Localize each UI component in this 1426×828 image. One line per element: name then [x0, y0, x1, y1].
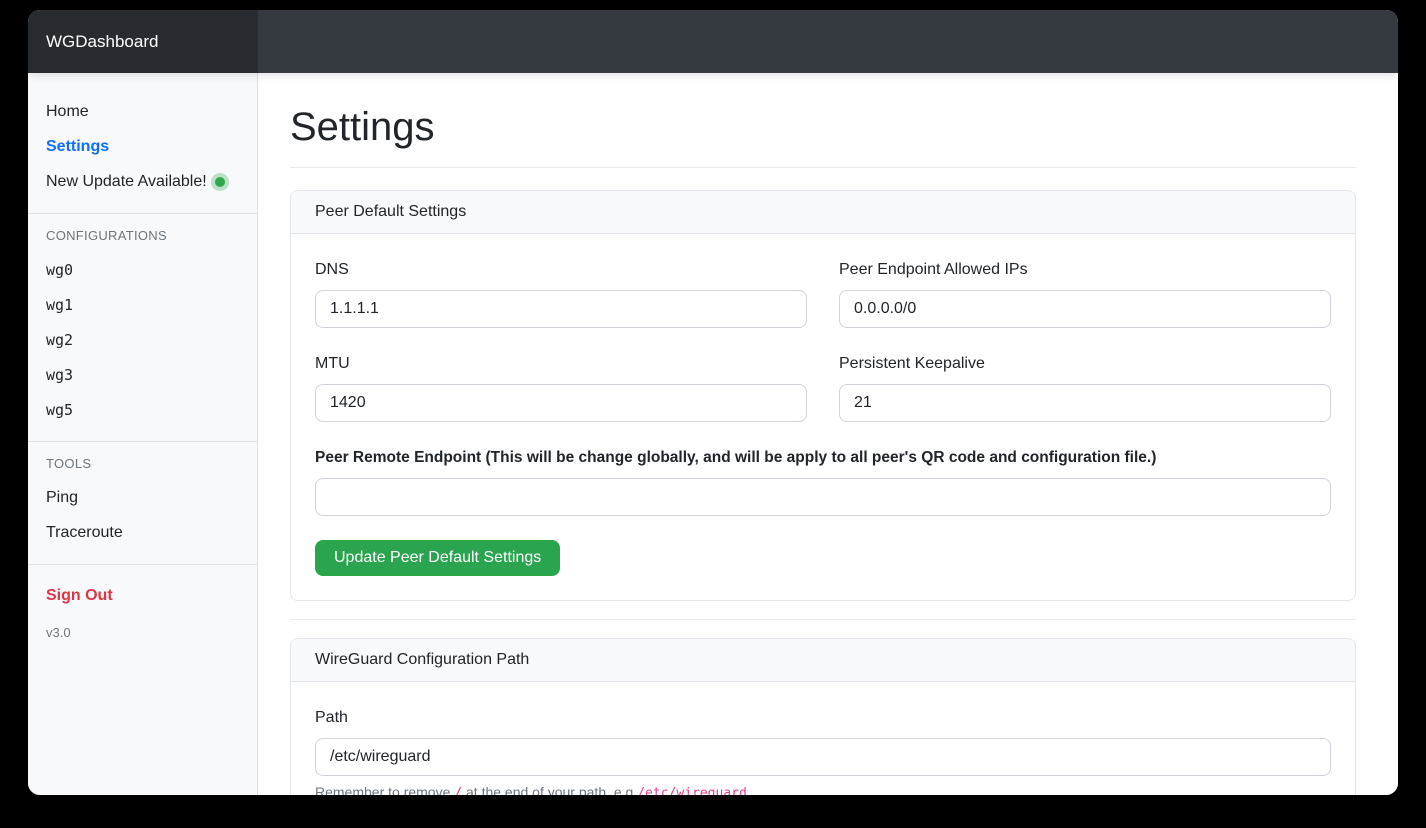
sidebar-item-home-label: Home: [46, 103, 89, 121]
remote-endpoint-input[interactable]: [315, 478, 1331, 516]
sign-out-link[interactable]: Sign Out: [46, 579, 239, 613]
path-helper-text: Remember to remove / at the end of your …: [315, 784, 1331, 795]
sidebar: Home Settings New Update Available! CONF…: [28, 73, 258, 795]
sidebar-item-settings-label: Settings: [46, 138, 109, 156]
wireguard-path-header: WireGuard Configuration Path: [291, 639, 1355, 682]
keepalive-input[interactable]: [839, 384, 1331, 422]
app-window: WGDashboard Home Settings New Update Ava…: [28, 10, 1398, 795]
mtu-field-group: MTU: [315, 352, 807, 422]
cards-divider: [290, 619, 1356, 620]
app-version: v3.0: [46, 625, 239, 640]
path-input[interactable]: [315, 738, 1331, 776]
path-field-group: Path Remember to remove / at the end of …: [315, 706, 1331, 795]
sidebar-divider: [28, 441, 257, 442]
allowed-ips-input[interactable]: [839, 290, 1331, 328]
path-helper-code-example: /etc/wireguard: [637, 786, 747, 795]
brand-area: WGDashboard: [28, 10, 258, 73]
dns-field-group: DNS: [315, 258, 807, 328]
title-divider: [290, 167, 1356, 168]
remote-endpoint-field-group: Peer Remote Endpoint (This will be chang…: [315, 446, 1331, 516]
peer-default-settings-header: Peer Default Settings: [291, 191, 1355, 234]
allowed-ips-field-group: Peer Endpoint Allowed IPs: [839, 258, 1331, 328]
sidebar-item-wg3[interactable]: wg3: [46, 358, 239, 392]
keepalive-label: Persistent Keepalive: [839, 352, 1331, 376]
sidebar-item-settings[interactable]: Settings: [46, 130, 239, 164]
remote-endpoint-label: Peer Remote Endpoint (This will be chang…: [315, 446, 1331, 470]
path-helper-code-slash: /: [454, 786, 462, 795]
update-peer-defaults-button[interactable]: Update Peer Default Settings: [315, 540, 560, 576]
sidebar-item-wg1[interactable]: wg1: [46, 288, 239, 322]
allowed-ips-label: Peer Endpoint Allowed IPs: [839, 258, 1331, 282]
top-navbar: WGDashboard: [28, 10, 1398, 73]
path-helper-part2: at the end of your path. e.g: [462, 784, 637, 795]
update-available-dot-icon: [215, 177, 225, 187]
wireguard-path-card: WireGuard Configuration Path Path Rememb…: [290, 638, 1356, 795]
configurations-section-title: CONFIGURATIONS: [46, 228, 239, 243]
mtu-label: MTU: [315, 352, 807, 376]
sidebar-item-wg2[interactable]: wg2: [46, 323, 239, 357]
sidebar-item-ping[interactable]: Ping: [46, 481, 239, 515]
keepalive-field-group: Persistent Keepalive: [839, 352, 1331, 422]
tools-section-title: TOOLS: [46, 456, 239, 471]
path-helper-part1: Remember to remove: [315, 784, 454, 795]
sidebar-item-wg0[interactable]: wg0: [46, 253, 239, 287]
navbar-spacer: [258, 10, 1398, 73]
path-label: Path: [315, 706, 1331, 730]
sidebar-item-update-label: New Update Available!: [46, 173, 207, 191]
sidebar-item-home[interactable]: Home: [46, 95, 239, 129]
dns-label: DNS: [315, 258, 807, 282]
page-title: Settings: [290, 103, 1356, 151]
sidebar-item-traceroute[interactable]: Traceroute: [46, 516, 239, 550]
peer-default-settings-card: Peer Default Settings DNS Peer Endpoint …: [290, 190, 1356, 601]
mtu-input[interactable]: [315, 384, 807, 422]
main-content: Settings Peer Default Settings DNS Peer …: [258, 73, 1398, 795]
dns-input[interactable]: [315, 290, 807, 328]
sidebar-divider: [28, 564, 257, 565]
app-brand[interactable]: WGDashboard: [46, 32, 158, 52]
sidebar-item-wg5[interactable]: wg5: [46, 393, 239, 427]
sidebar-item-update[interactable]: New Update Available!: [46, 165, 239, 199]
sidebar-divider: [28, 213, 257, 214]
